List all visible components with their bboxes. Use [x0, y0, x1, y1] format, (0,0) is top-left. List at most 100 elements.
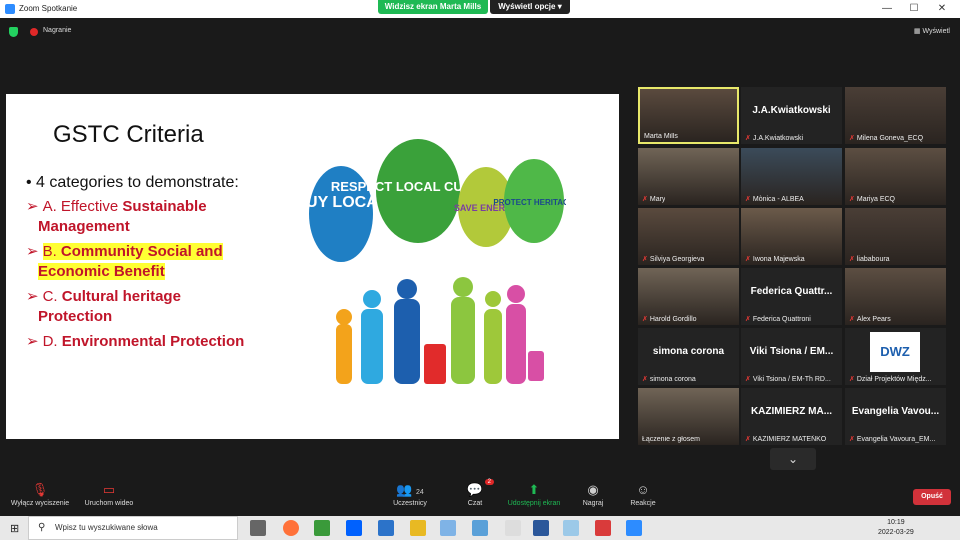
- participant-name: Milena Goneva_ECQ: [856, 135, 924, 142]
- participant-label: ✗ Viki Tsiona / EM-Th RD...: [745, 375, 831, 383]
- participant-tile[interactable]: DWZ ✗ Dział Projektów Międz...: [845, 328, 946, 385]
- participant-tile[interactable]: ✗ Harold Gordillo: [638, 268, 739, 325]
- participant-tile[interactable]: ✗ Mariya ECQ: [845, 148, 946, 205]
- zoom-taskbar-icon[interactable]: [626, 520, 642, 536]
- participant-name: liababoura: [856, 256, 890, 263]
- participant-tile[interactable]: Viki Tsiona / EM... ✗ Viki Tsiona / EM-Th …: [741, 328, 842, 385]
- taskbar-clock: 10:19 2022-03-29: [878, 519, 914, 536]
- zoom-app-icon: [5, 4, 15, 14]
- app-icon[interactable]: [378, 520, 394, 536]
- mic-off-icon: ✗: [745, 256, 751, 263]
- mic-off-icon: ✗: [642, 196, 648, 203]
- app-icon[interactable]: [595, 520, 611, 536]
- window-titlebar: Zoom Spotkanie Widzisz ekran Marta Mills…: [0, 0, 960, 18]
- participant-label: ✗ liababoura: [849, 255, 890, 263]
- search-icon: ⚲: [38, 522, 46, 533]
- participant-tile[interactable]: ✗ Mònica - ALBEA: [741, 148, 842, 205]
- view-layout-button[interactable]: ▦ Wyświetl: [914, 27, 950, 35]
- participant-tile[interactable]: ✗ Silviya Georgieva: [638, 208, 739, 265]
- mic-off-icon: ✗: [745, 316, 751, 323]
- participant-name-display: Viki Tsiona / EM...: [749, 346, 834, 357]
- leave-button[interactable]: Opuść: [913, 489, 951, 505]
- participant-tile[interactable]: Łączenie z głosem: [638, 388, 739, 445]
- participant-label: ✗ Harold Gordillo: [642, 315, 697, 323]
- app-icon[interactable]: [563, 520, 579, 536]
- chat-button[interactable]: 💬 2 Czat: [462, 479, 494, 507]
- mic-off-icon: 🎙: [31, 482, 49, 497]
- chevron-down-icon[interactable]: ⌄: [770, 448, 816, 470]
- participant-tile[interactable]: ✗ Mary: [638, 148, 739, 205]
- share-screen-button[interactable]: ⬆ Udostępnij ekran: [500, 482, 568, 507]
- screen-share-banner: Widzisz ekran Marta Mills: [378, 0, 488, 14]
- participant-name: Iwona Majewska: [752, 256, 805, 263]
- participant-label: ✗ Alex Pears: [849, 315, 891, 323]
- participant-tile[interactable]: ✗ Alex Pears: [845, 268, 946, 325]
- mic-off-icon: ✗: [745, 135, 751, 142]
- participant-name: Mònica - ALBEA: [752, 196, 804, 203]
- participants-icon: 👥 24: [396, 482, 424, 497]
- view-options-button[interactable]: Wyświetl opcje ▾: [490, 0, 570, 14]
- reactions-button[interactable]: ☺ Reakcje: [626, 482, 660, 507]
- shared-screen-slide: GSTC Criteria • 4 categories to demonstr…: [6, 94, 619, 439]
- participant-name-display: simona corona: [652, 346, 725, 357]
- recording-icon: [30, 28, 38, 36]
- participant-name-display: Federica Quattr...: [750, 286, 833, 297]
- meeting-topbar: Nagranie ▦ Wyświetl: [0, 18, 960, 44]
- view-layout-label: Wyświetl: [922, 28, 950, 35]
- participant-tile[interactable]: J.A.Kwiatkowski ✗ J.A.Kwiatkowski: [741, 87, 842, 144]
- recording-label: Nagranie: [43, 27, 72, 34]
- participant-name-display: DWZ: [870, 332, 920, 372]
- participant-label: ✗ Silviya Georgieva: [642, 255, 704, 263]
- participant-label: ✗ J.A.Kwiatkowski: [745, 134, 803, 142]
- app-icon[interactable]: [472, 520, 488, 536]
- participant-tile[interactable]: Federica Quattr... ✗ Federica Quattroni: [741, 268, 842, 325]
- share-screen-icon: ⬆: [528, 482, 540, 497]
- maximize-icon[interactable]: ☐: [904, 2, 924, 16]
- participant-label: ✗ Federica Quattroni: [745, 315, 811, 323]
- window-title: Zoom Spotkanie: [19, 4, 78, 13]
- meeting-toolbar: 🎙 Wyłącz wyciszenie ▭ Uruchom wideo 👥 24…: [0, 476, 960, 516]
- participant-name: KAZIMIERZ MATEŃKO: [752, 436, 827, 443]
- chat-badge: 2: [484, 479, 494, 485]
- criteria-item-a: ➢ A. Effective Sustainable Management: [26, 198, 207, 235]
- participant-tile[interactable]: ✗ liababoura: [845, 208, 946, 265]
- word-icon[interactable]: [533, 520, 549, 536]
- file-explorer-icon[interactable]: [410, 520, 426, 536]
- participant-tile[interactable]: ✗ Iwona Majewska: [741, 208, 842, 265]
- participant-name: Viki Tsiona / EM-Th RD...: [752, 376, 831, 383]
- participant-name: Silviya Georgieva: [649, 256, 705, 263]
- participant-name: Mary: [649, 196, 666, 203]
- windows-start-icon[interactable]: ⊞: [10, 522, 19, 535]
- task-view-icon[interactable]: [250, 520, 266, 536]
- minimize-icon[interactable]: —: [877, 2, 897, 16]
- dropbox-icon[interactable]: [346, 520, 362, 536]
- app-icon[interactable]: [314, 520, 330, 536]
- firefox-icon[interactable]: [283, 520, 299, 536]
- slide-bullet: • 4 categories to demonstrate:: [26, 174, 239, 191]
- mic-off-icon: ✗: [849, 135, 855, 142]
- mic-off-icon: ✗: [849, 256, 855, 263]
- participant-tile[interactable]: simona corona ✗ simona corona: [638, 328, 739, 385]
- close-icon[interactable]: ✕: [932, 2, 952, 16]
- mic-off-icon: ✗: [642, 316, 648, 323]
- criteria-item-d: ➢ D. Environmental Protection: [26, 333, 245, 350]
- participant-name: Alex Pears: [856, 316, 891, 323]
- participant-tile[interactable]: Marta Mills: [638, 87, 739, 144]
- bubble-buy-local: BUY LOCAL: [306, 194, 388, 211]
- participant-name: J.A.Kwiatkowski: [752, 135, 804, 142]
- start-video-button[interactable]: ▭ Uruchom wideo: [78, 482, 140, 507]
- reactions-icon: ☺: [636, 482, 650, 497]
- mic-off-icon: ✗: [745, 196, 751, 203]
- unmute-button[interactable]: 🎙 Wyłącz wyciszenie: [8, 482, 72, 507]
- app-icon[interactable]: [440, 520, 456, 536]
- criteria-item-b: ➢ B. Community Social and Economic Benefi…: [26, 243, 223, 280]
- app-icon[interactable]: [505, 520, 521, 536]
- security-shield-icon[interactable]: [9, 27, 18, 37]
- taskbar-search-input[interactable]: ⚲ Wpisz tu wyszukiwane słowa: [28, 516, 238, 540]
- participant-tile[interactable]: Evangelia Vavou... ✗ Evangelia Vavoura_EM.…: [845, 388, 946, 445]
- participant-name: Mariya ECQ: [856, 196, 895, 203]
- record-button[interactable]: ◉ Nagraj: [578, 482, 608, 507]
- participants-button[interactable]: 👥 24 Uczestnicy: [388, 482, 432, 507]
- participant-tile[interactable]: KAZIMIERZ MA... ✗ KAZIMIERZ MATEŃKO: [741, 388, 842, 445]
- participant-tile[interactable]: ✗ Milena Goneva_ECQ: [845, 87, 946, 144]
